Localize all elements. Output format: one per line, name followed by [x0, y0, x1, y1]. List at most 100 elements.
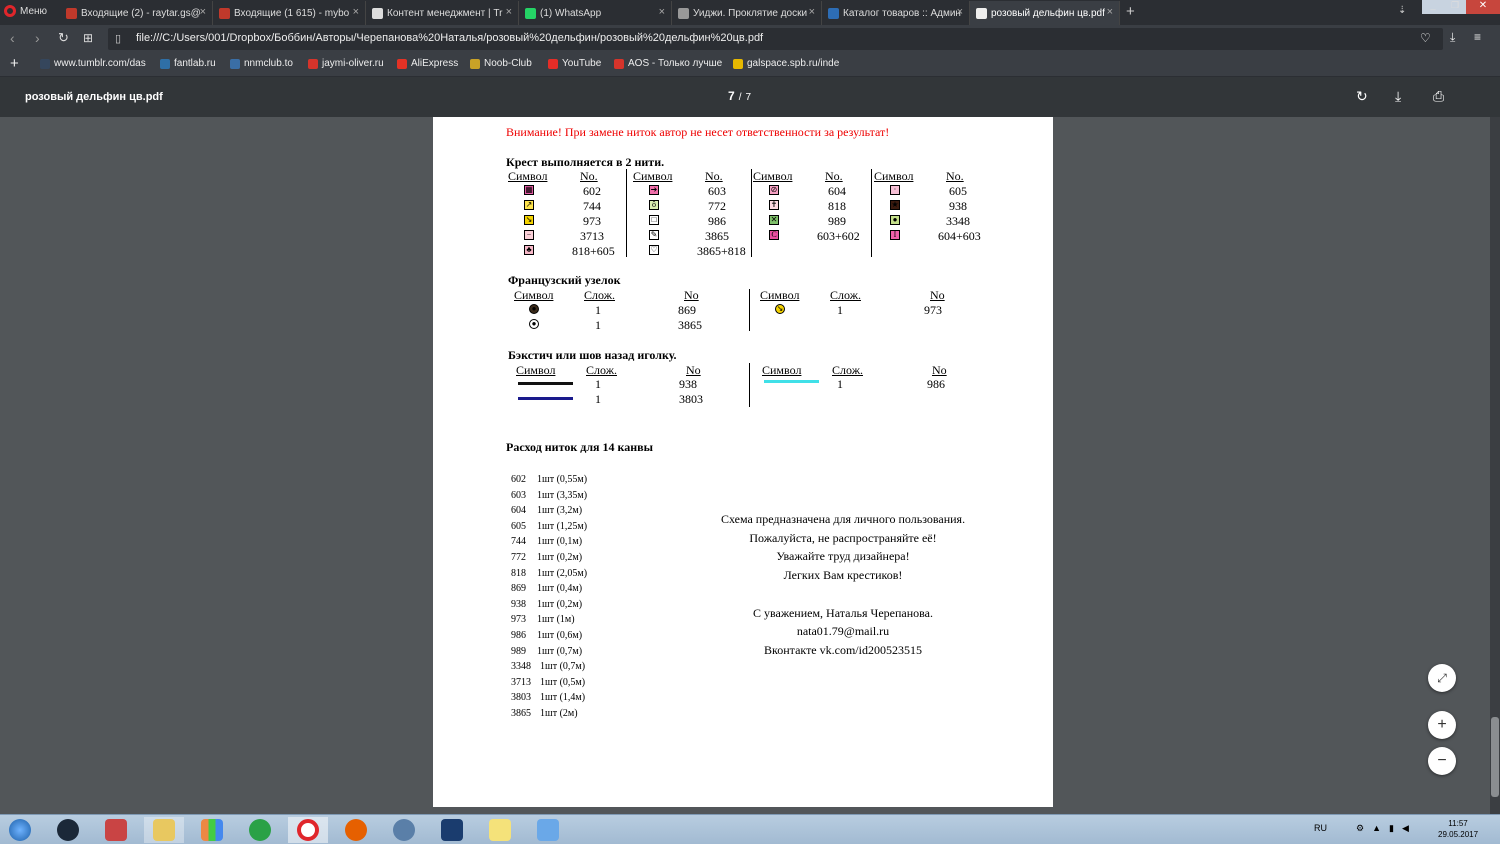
tab-1[interactable]: Входящие (1 615) - mybo ×	[213, 1, 366, 25]
thread-number: 3348	[946, 214, 970, 228]
tab-close-icon[interactable]: ×	[353, 6, 359, 18]
thread-number: 818+605	[572, 244, 615, 258]
tab-close-icon[interactable]: ×	[659, 6, 665, 18]
column-divider	[871, 169, 872, 257]
download-icon[interactable]: ⤓	[1395, 88, 1401, 105]
bookmark-2[interactable]: nnmclub.to	[230, 58, 293, 69]
speed-dial-icon[interactable]: ⊞	[83, 31, 93, 45]
tray-icon[interactable]: ⚙	[1356, 823, 1364, 834]
bookmark-3[interactable]: jaymi-oliver.ru	[308, 58, 384, 69]
taskbar-utorrent[interactable]	[240, 817, 280, 843]
close-window-button[interactable]: ✕	[1466, 0, 1500, 14]
bookmark-4[interactable]: AliExpress	[397, 58, 458, 69]
bookmark-5[interactable]: Noob-Club	[470, 58, 532, 69]
bookmark-heart-icon[interactable]: ♡	[1420, 31, 1431, 45]
maximize-button[interactable]: ❐	[1444, 0, 1466, 14]
bookmark-label: jaymi-oliver.ru	[322, 58, 384, 69]
strands-value: 1	[595, 303, 601, 317]
tab-close-icon[interactable]: ×	[200, 6, 206, 18]
bookmarks-bar: + www.tumblr.com/das fantlab.ru nnmclub.to…	[0, 53, 1500, 77]
bookmark-8[interactable]: galspace.spb.ru/inde	[733, 58, 839, 69]
tab-0[interactable]: Входящие (2) - raytar.gs@ ×	[60, 1, 213, 25]
language-indicator[interactable]: RU	[1314, 823, 1327, 833]
usage-number: 973	[511, 614, 526, 626]
usage-title: Расход ниток для 14 канвы	[506, 440, 654, 454]
tab-label: Входящие (2) - raytar.gs@	[81, 7, 201, 19]
usage-number: 3348	[511, 661, 531, 673]
strands-value: 1	[595, 377, 601, 391]
tab-close-icon[interactable]: ×	[506, 6, 512, 18]
zoom-out-icon: −	[1437, 752, 1447, 769]
zoom-in-icon: +	[1437, 716, 1447, 733]
zoom-out-button[interactable]: −	[1428, 747, 1456, 775]
tab-close-icon[interactable]: ×	[957, 6, 963, 18]
tab-menu-icon[interactable]: ⇣	[1398, 5, 1406, 16]
thread-number: 818	[828, 199, 846, 213]
tab-favicon-icon	[525, 7, 536, 19]
tab-3[interactable]: (1) WhatsApp ×	[519, 1, 672, 25]
usage-amount: 1шт (2,05м)	[537, 567, 588, 579]
stitch-symbol-icon: □	[649, 215, 659, 225]
browser-menu-button[interactable]: Меню	[4, 5, 47, 17]
app-icon	[393, 819, 415, 841]
scrollbar-thumb[interactable]	[1491, 717, 1499, 797]
notes-icon	[489, 819, 511, 841]
taskbar-app[interactable]	[384, 817, 424, 843]
page-indicator: 7 / 7	[728, 89, 751, 103]
page-current[interactable]: 7	[728, 89, 735, 103]
bookmark-favicon-icon	[470, 58, 480, 69]
taskbar-notes[interactable]	[480, 817, 520, 843]
bookmark-1[interactable]: fantlab.ru	[160, 58, 216, 69]
taskbar-firefox[interactable]	[336, 817, 376, 843]
tab-close-icon[interactable]: ×	[809, 6, 815, 18]
symbol-header: Символ	[508, 169, 548, 183]
taskbar-opera[interactable]	[288, 817, 328, 843]
clock[interactable]: 11:57 29.05.2017	[1438, 818, 1478, 840]
taskbar-steam[interactable]	[48, 817, 88, 843]
taskbar-battlenet[interactable]	[432, 817, 472, 843]
bookmark-label: galspace.spb.ru/inde	[747, 58, 840, 69]
easy-setup-icon[interactable]: ≡	[1474, 30, 1481, 44]
add-bookmark-button[interactable]: +	[10, 55, 19, 72]
taskbar-explorer[interactable]	[144, 817, 184, 843]
print-icon[interactable]: ⎙	[1433, 88, 1444, 105]
utorrent-icon	[249, 819, 271, 841]
rotate-icon[interactable]: ↻	[1356, 88, 1368, 105]
minimize-button[interactable]: _	[1422, 0, 1444, 14]
taskbar-app-rq[interactable]	[96, 817, 136, 843]
bookmark-7[interactable]: AOS - Только лучше	[614, 58, 722, 69]
strands-header: Слож.	[832, 363, 863, 377]
pdf-title: розовый дельфин цв.pdf	[25, 91, 163, 103]
tab-close-icon[interactable]: ×	[1107, 6, 1113, 18]
thread-number: 744	[583, 199, 601, 213]
start-button[interactable]	[0, 817, 40, 843]
forward-icon[interactable]: ›	[35, 30, 40, 46]
number-header: No	[684, 288, 699, 302]
new-tab-button[interactable]: +	[1126, 3, 1135, 20]
tab-2[interactable]: Контент менеджмент | Tr ×	[366, 1, 519, 25]
menu-label: Меню	[20, 5, 48, 17]
network-icon[interactable]: ▮	[1389, 823, 1394, 834]
url-field[interactable]: ▯ file:///C:/Users/001/Dropbox/Боббин/Ав…	[108, 28, 1443, 50]
symbol-header: Символ	[762, 363, 802, 377]
reload-icon[interactable]: ↻	[58, 30, 69, 46]
stitch-symbol-icon: C	[769, 230, 779, 240]
scrollbar[interactable]	[1490, 117, 1500, 814]
taskbar-apps[interactable]	[192, 817, 232, 843]
bookmark-6[interactable]: YouTube	[548, 58, 601, 69]
tab-6[interactable]: розовый дельфин цв.pdf ×	[970, 1, 1120, 25]
back-icon[interactable]: ‹	[10, 30, 15, 46]
download-icon[interactable]: ⤓	[1450, 30, 1455, 45]
thread-number: 603+602	[817, 229, 860, 243]
tab-5[interactable]: Каталог товаров :: Админ ×	[822, 1, 970, 25]
tab-favicon-icon	[219, 7, 230, 19]
bookmark-0[interactable]: www.tumblr.com/das	[40, 58, 146, 69]
battlenet-icon	[441, 819, 463, 841]
column-divider	[626, 169, 627, 257]
tray-icon[interactable]: ▲	[1372, 823, 1381, 834]
volume-icon[interactable]: ◀	[1402, 823, 1409, 834]
fit-page-button[interactable]: ⤢	[1428, 664, 1456, 692]
taskbar-tool[interactable]	[528, 817, 568, 843]
zoom-in-button[interactable]: +	[1428, 711, 1456, 739]
tab-4[interactable]: Уиджи. Проклятие доски ×	[672, 1, 822, 25]
